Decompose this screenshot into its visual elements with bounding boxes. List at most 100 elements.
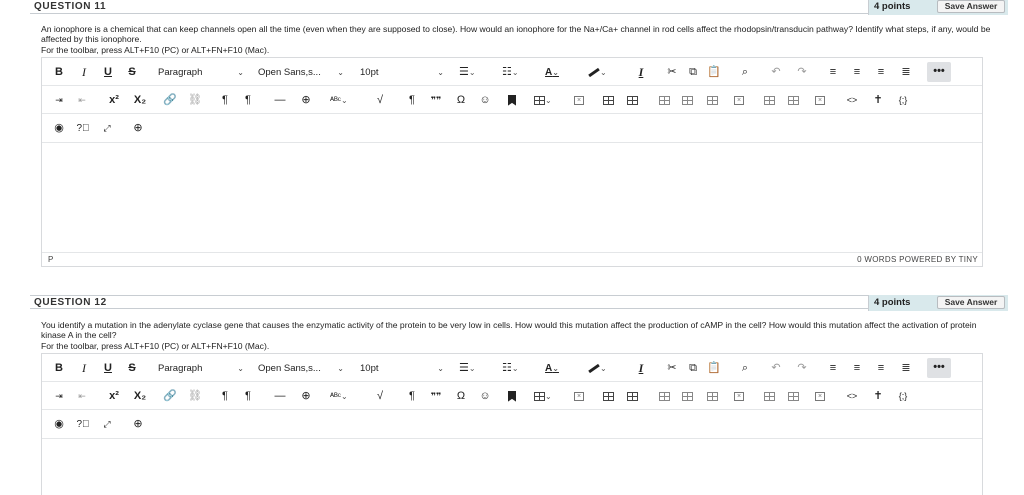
table-icon[interactable]: ⌄ — [534, 388, 552, 405]
text-color-icon[interactable]: A⌄ — [544, 360, 560, 377]
align-justify-icon[interactable]: ≣ — [898, 360, 914, 377]
fullscreen-icon[interactable]: ⤢ — [99, 416, 115, 433]
indent-icon[interactable]: ⇥ — [51, 388, 67, 405]
bold-button[interactable]: B — [51, 360, 67, 377]
bullet-list-icon[interactable]: ☰⌄ — [459, 64, 476, 81]
table-row-props-icon[interactable] — [600, 388, 616, 405]
strikethrough-button[interactable]: S — [124, 360, 140, 377]
subscript-button[interactable]: X₂ — [132, 92, 148, 109]
highlight-color-icon[interactable]: ⌄ — [588, 360, 607, 377]
paragraph-mark-icon[interactable]: ¶ — [404, 388, 420, 405]
align-center-icon[interactable]: ≡ — [849, 360, 865, 377]
insert-row-after-icon[interactable] — [679, 388, 695, 405]
table-cell-props-icon[interactable] — [624, 388, 640, 405]
font-family-select[interactable]: Open Sans,s... ⌄ — [258, 360, 344, 377]
clear-formatting-icon[interactable]: I — [633, 360, 649, 377]
block-format-select[interactable]: Paragraph ⌄ — [158, 64, 244, 81]
bold-button[interactable]: B — [51, 64, 67, 81]
text-color-icon[interactable]: A⌄ — [544, 64, 560, 81]
delete-cell-icon[interactable]: × — [731, 388, 747, 405]
insert-col-before-icon[interactable] — [761, 92, 777, 109]
insert-row-before-icon[interactable] — [656, 388, 672, 405]
italic-button[interactable]: I — [76, 64, 92, 81]
powered-by-link[interactable]: POWERED BY TINY — [899, 255, 978, 264]
rtl-direction-icon[interactable]: ¶ — [240, 388, 256, 405]
insert-col-after-icon[interactable] — [785, 388, 801, 405]
undo-icon[interactable]: ↶ — [768, 360, 784, 377]
insert-row-after-icon[interactable] — [679, 92, 695, 109]
underline-button[interactable]: U — [100, 360, 116, 377]
table-cell-props-icon[interactable] — [624, 92, 640, 109]
delete-col-icon[interactable]: × — [812, 388, 828, 405]
delete-table-icon[interactable]: × — [571, 388, 587, 405]
paste-icon[interactable]: 📋 — [706, 64, 722, 81]
spellcheck-icon[interactable]: ᴬᴮᶜ⌄ — [330, 388, 348, 405]
cut-icon[interactable]: ✂ — [664, 64, 680, 81]
redo-icon[interactable]: ↷ — [794, 64, 810, 81]
underline-button[interactable]: U — [100, 64, 116, 81]
math-icon[interactable]: √ — [372, 388, 388, 405]
copy-icon[interactable]: ⧉ — [685, 360, 701, 377]
delete-row-icon[interactable] — [704, 92, 720, 109]
superscript-button[interactable]: x² — [106, 92, 122, 109]
insert-col-after-icon[interactable] — [785, 92, 801, 109]
insert-col-before-icon[interactable] — [761, 388, 777, 405]
blockquote-icon[interactable]: ❞❞ — [428, 388, 444, 405]
paste-icon[interactable]: 📋 — [706, 360, 722, 377]
emoji-icon[interactable]: ☺ — [477, 92, 493, 109]
code-sample-icon[interactable]: {;} — [895, 92, 911, 109]
align-center-icon[interactable]: ≡ — [849, 64, 865, 81]
find-icon[interactable]: ⌕ — [737, 360, 753, 377]
more-options-button[interactable]: ••• — [927, 358, 951, 378]
code-icon[interactable]: <> — [844, 92, 860, 109]
preview-icon[interactable]: ◉ — [51, 416, 67, 433]
editor-content-area[interactable] — [42, 144, 982, 252]
table-row-props-icon[interactable] — [600, 92, 616, 109]
ltr-direction-icon[interactable]: ¶ — [217, 388, 233, 405]
insert-media-icon[interactable]: ⊕ — [298, 388, 314, 405]
italic-button[interactable]: I — [76, 360, 92, 377]
more-options-button[interactable]: ••• — [927, 62, 951, 82]
add-content-icon[interactable]: ⊕ — [130, 120, 146, 137]
delete-row-icon[interactable] — [704, 388, 720, 405]
unlink-icon[interactable]: ⛓ — [187, 92, 203, 109]
link-icon[interactable]: 🔗 — [162, 388, 178, 405]
emoji-icon[interactable]: ☺ — [477, 388, 493, 405]
numbered-list-icon[interactable]: ☷⌄ — [502, 360, 519, 377]
preview-icon[interactable]: ◉ — [51, 120, 67, 137]
special-character-icon[interactable]: Ω — [453, 92, 469, 109]
block-format-select[interactable]: Paragraph ⌄ — [158, 360, 244, 377]
numbered-list-icon[interactable]: ☷⌄ — [502, 64, 519, 81]
code-icon[interactable]: <> — [844, 388, 860, 405]
align-left-icon[interactable]: ≡ — [825, 64, 841, 81]
delete-table-icon[interactable]: × — [571, 92, 587, 109]
save-answer-button[interactable]: Save Answer — [937, 0, 1005, 13]
add-content-icon[interactable]: ⊕ — [130, 416, 146, 433]
redo-icon[interactable]: ↷ — [794, 360, 810, 377]
indent-icon[interactable]: ⇥ — [51, 92, 67, 109]
editor-content-area[interactable] — [42, 440, 982, 495]
paragraph-mark-icon[interactable]: ¶ — [404, 92, 420, 109]
special-character-icon[interactable]: Ω — [453, 388, 469, 405]
link-icon[interactable]: 🔗 — [162, 92, 178, 109]
insert-media-icon[interactable]: ⊕ — [298, 92, 314, 109]
insert-row-before-icon[interactable] — [656, 92, 672, 109]
help-icon[interactable]: ?⃝ — [75, 416, 91, 433]
clear-formatting-icon[interactable]: I — [633, 64, 649, 81]
cut-icon[interactable]: ✂ — [664, 360, 680, 377]
bookmark-icon[interactable] — [504, 92, 520, 109]
horizontal-line-icon[interactable]: — — [272, 388, 288, 405]
subscript-button[interactable]: X₂ — [132, 388, 148, 405]
code-sample-icon[interactable]: {;} — [895, 388, 911, 405]
align-right-icon[interactable]: ≡ — [873, 64, 889, 81]
rtl-direction-icon[interactable]: ¶ — [240, 92, 256, 109]
copy-icon[interactable]: ⧉ — [685, 64, 701, 81]
strikethrough-button[interactable]: S — [124, 64, 140, 81]
undo-icon[interactable]: ↶ — [768, 64, 784, 81]
delete-col-icon[interactable]: × — [812, 92, 828, 109]
bullet-list-icon[interactable]: ☰⌄ — [459, 360, 476, 377]
table-icon[interactable]: ⌄ — [534, 92, 552, 109]
math-icon[interactable]: √ — [372, 92, 388, 109]
bookmark-icon[interactable] — [504, 388, 520, 405]
font-size-select[interactable]: 10pt ⌄ — [360, 360, 444, 377]
